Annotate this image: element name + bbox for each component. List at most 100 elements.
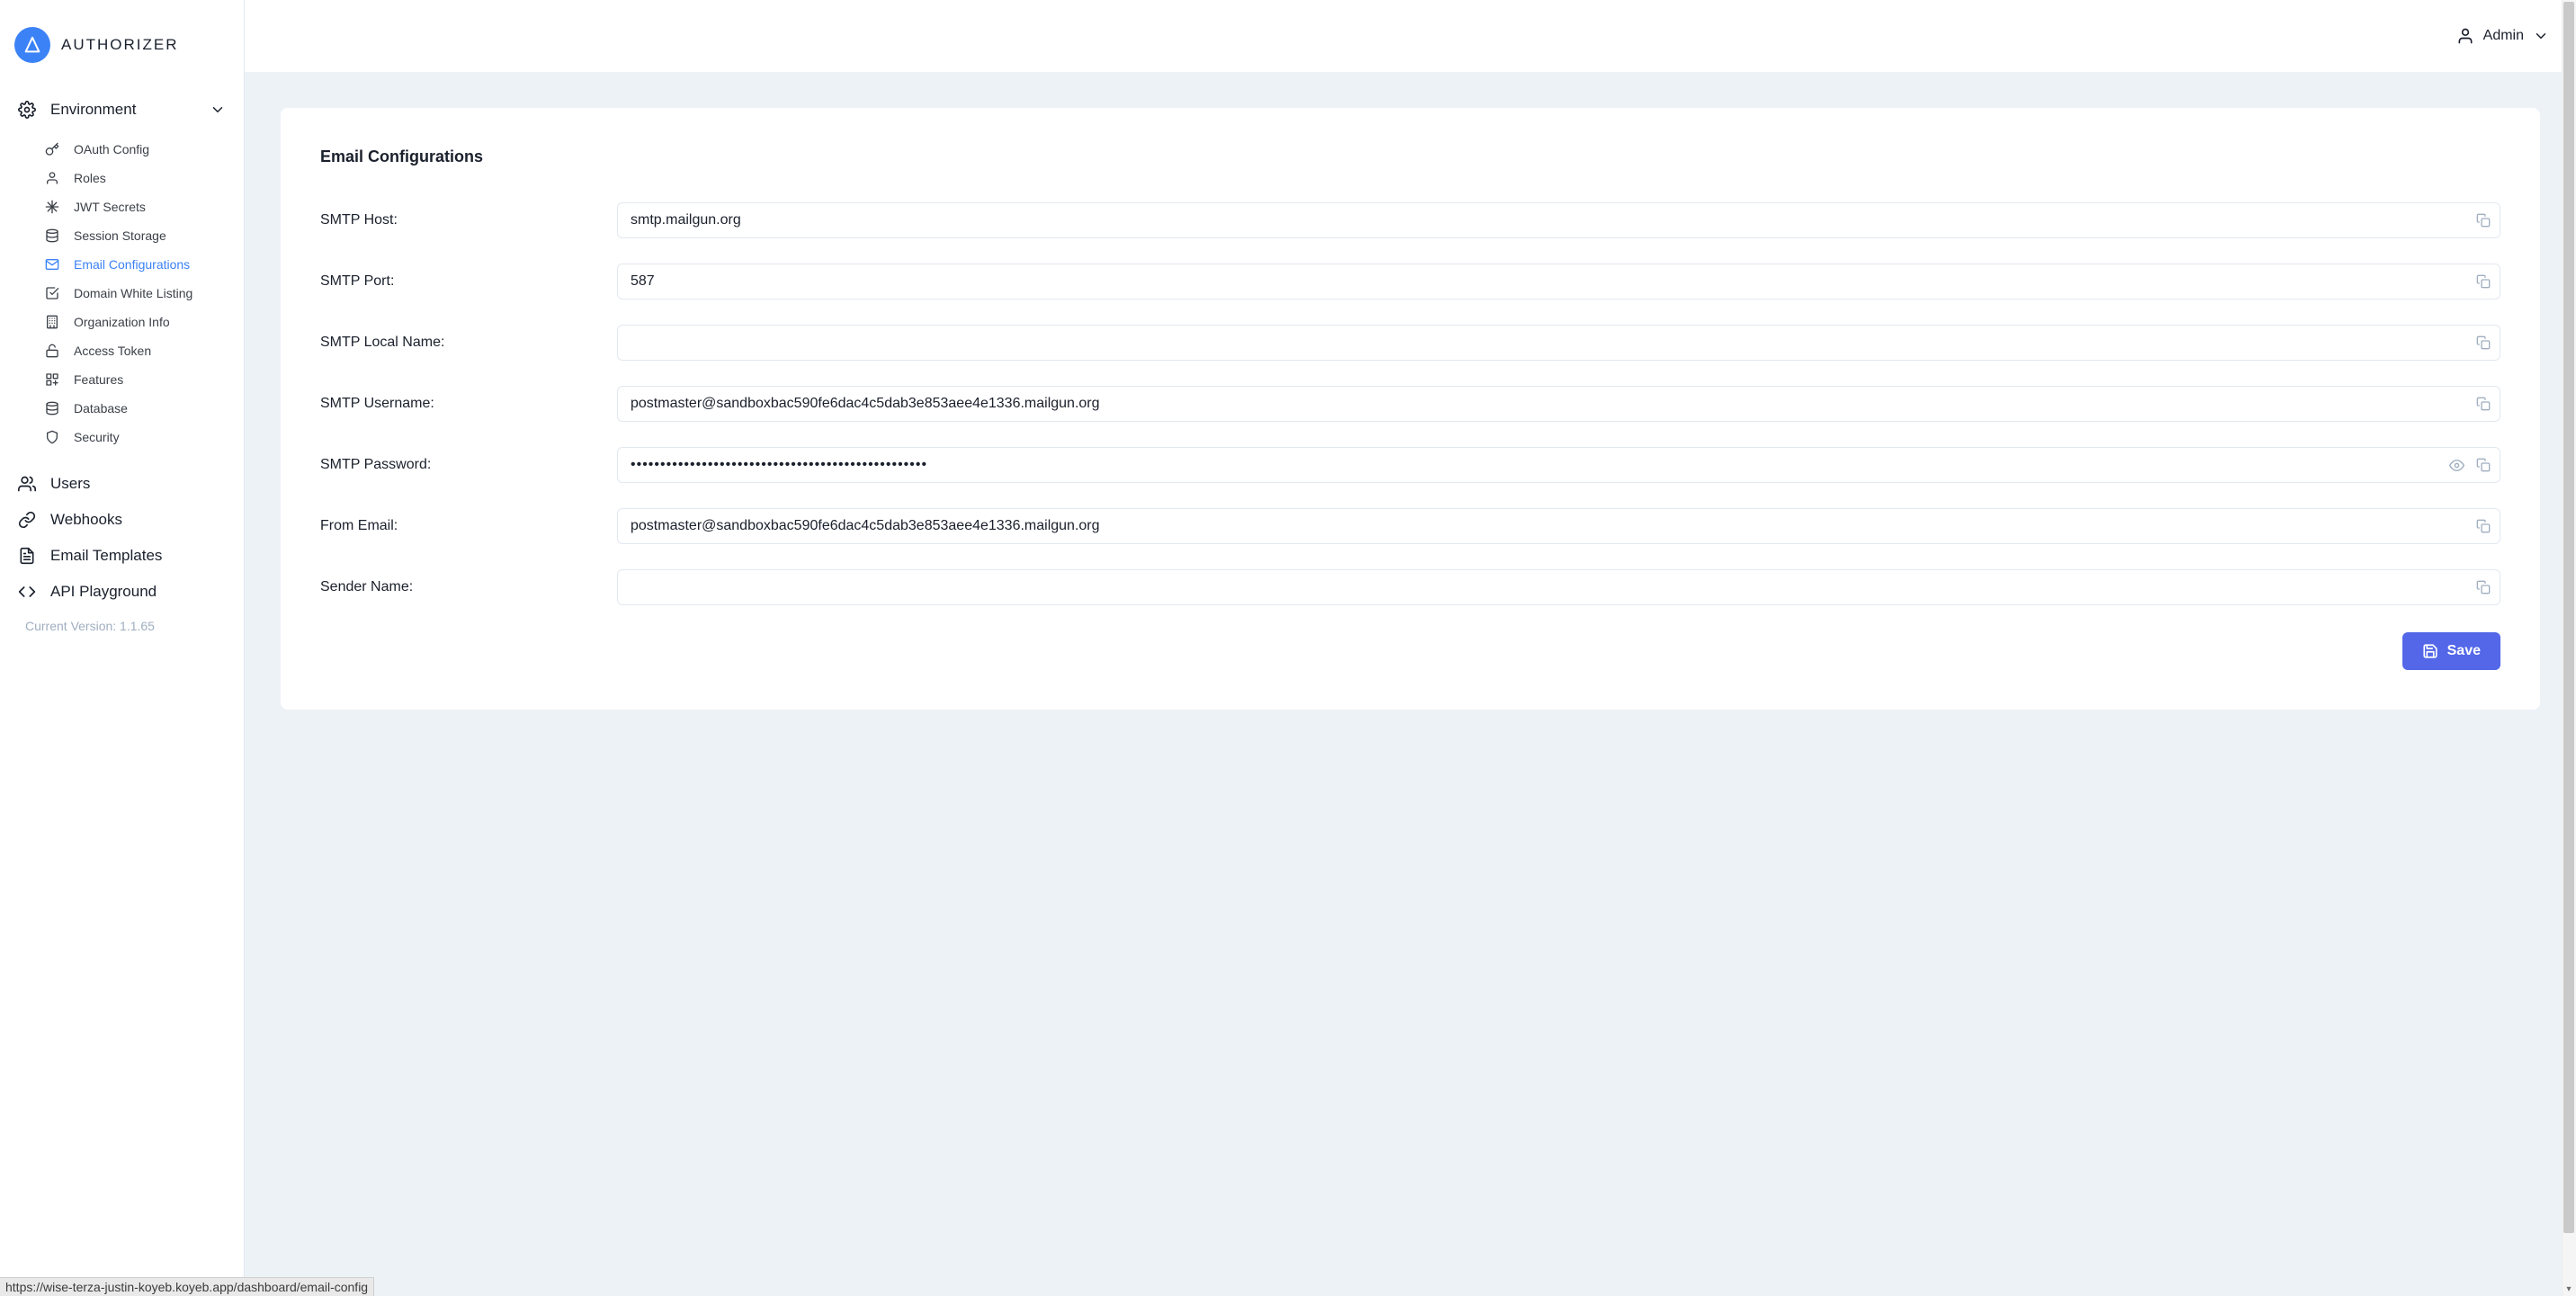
label-smtp-password: SMTP Password:: [320, 457, 617, 473]
row-smtp-port: SMTP Port:: [320, 264, 2500, 299]
scrollbar-down-arrow[interactable]: ▾: [2562, 1282, 2576, 1296]
label-smtp-host: SMTP Host:: [320, 212, 617, 228]
sidebar-item-email-configurations[interactable]: Email Configurations: [0, 250, 244, 279]
check-circle-icon: [45, 286, 59, 300]
sidebar-item-email-templates[interactable]: Email Templates: [0, 538, 244, 574]
sidebar-item-label: Users: [50, 475, 90, 493]
row-sender-name: Sender Name:: [320, 569, 2500, 605]
input-smtp-username[interactable]: [617, 386, 2500, 422]
eye-icon[interactable]: [2448, 457, 2464, 473]
users-icon: [18, 475, 36, 493]
row-smtp-host: SMTP Host:: [320, 202, 2500, 238]
copy-icon[interactable]: [2475, 518, 2491, 534]
sidebar-item-domain-white-listing[interactable]: Domain White Listing: [0, 279, 244, 308]
file-text-icon: [18, 547, 36, 565]
save-button-label: Save: [2447, 643, 2481, 659]
sidebar-item-label: Webhooks: [50, 511, 122, 529]
row-smtp-password: SMTP Password:: [320, 447, 2500, 483]
sidebar-item-api-playground[interactable]: API Playground: [0, 574, 244, 610]
label-sender-name: Sender Name:: [320, 579, 617, 595]
label-smtp-port: SMTP Port:: [320, 273, 617, 290]
input-smtp-host[interactable]: [617, 202, 2500, 238]
sidebar-item-access-token[interactable]: Access Token: [0, 336, 244, 365]
building-icon: [45, 315, 59, 329]
sidebar-item-label: Features: [74, 372, 123, 387]
sidebar-item-label: Organization Info: [74, 315, 170, 329]
sidebar-item-label: Roles: [74, 171, 106, 185]
sidebar-item-label: Database: [74, 401, 128, 416]
grid-plus-icon: [45, 372, 59, 387]
sidebar-item-security[interactable]: Security: [0, 423, 244, 451]
row-from-email: From Email:: [320, 508, 2500, 544]
sidebar-item-label: API Playground: [50, 583, 157, 601]
content-wrapper: Email Configurations SMTP Host: SMTP Por…: [245, 72, 2576, 1296]
sidebar-item-session-storage[interactable]: Session Storage: [0, 221, 244, 250]
scrollbar-thumb[interactable]: [2563, 2, 2574, 1233]
topbar: Admin: [245, 0, 2576, 72]
logo-block[interactable]: AUTHORIZER: [0, 0, 244, 81]
user-icon: [2456, 27, 2474, 45]
label-smtp-local-name: SMTP Local Name:: [320, 335, 617, 351]
app-name: AUTHORIZER: [61, 36, 179, 54]
code-icon: [18, 583, 36, 601]
page-title: Email Configurations: [320, 147, 2500, 166]
sidebar-item-label: Domain White Listing: [74, 286, 192, 300]
link-icon: [18, 511, 36, 529]
sidebar-item-roles[interactable]: Roles: [0, 164, 244, 192]
database-icon: [45, 228, 59, 243]
input-sender-name[interactable]: [617, 569, 2500, 605]
input-smtp-password[interactable]: [617, 447, 2500, 483]
label-from-email: From Email:: [320, 518, 617, 534]
user-name: Admin: [2483, 28, 2524, 44]
save-disk-icon: [2422, 643, 2438, 659]
mail-icon: [45, 257, 59, 272]
key-icon: [45, 142, 59, 156]
scrollbar[interactable]: ▾: [2562, 0, 2576, 1296]
user-menu[interactable]: Admin: [2456, 27, 2549, 45]
sidebar-item-label: JWT Secrets: [74, 200, 146, 214]
sidebar-item-features[interactable]: Features: [0, 365, 244, 394]
sidebar: AUTHORIZER Environment OAuth Config Role…: [0, 0, 245, 1296]
sidebar-item-oauth-config[interactable]: OAuth Config: [0, 135, 244, 164]
input-from-email[interactable]: [617, 508, 2500, 544]
database-icon: [45, 401, 59, 416]
logo-icon: [14, 27, 50, 63]
copy-icon[interactable]: [2475, 273, 2491, 290]
copy-icon[interactable]: [2475, 212, 2491, 228]
sidebar-item-label: Email Templates: [50, 547, 162, 565]
sidebar-item-jwt-secrets[interactable]: JWT Secrets: [0, 192, 244, 221]
copy-icon[interactable]: [2475, 579, 2491, 595]
chevron-down-icon: [2533, 28, 2549, 44]
shield-icon: [45, 430, 59, 444]
sidebar-item-label: Email Configurations: [74, 257, 190, 272]
sidebar-item-label: Session Storage: [74, 228, 166, 243]
copy-icon[interactable]: [2475, 457, 2491, 473]
input-smtp-port[interactable]: [617, 264, 2500, 299]
statusbar-url: https://wise-terza-justin-koyeb.koyeb.ap…: [0, 1277, 374, 1296]
sidebar-item-label: OAuth Config: [74, 142, 149, 156]
sidebar-item-webhooks[interactable]: Webhooks: [0, 502, 244, 538]
sidebar-section-label: Environment: [50, 101, 136, 119]
sidebar-subnav: OAuth Config Roles JWT Secrets Session S…: [0, 130, 244, 457]
copy-icon[interactable]: [2475, 335, 2491, 351]
row-smtp-username: SMTP Username:: [320, 386, 2500, 422]
unlock-icon: [45, 344, 59, 358]
user-icon: [45, 171, 59, 185]
sidebar-section-environment[interactable]: Environment: [0, 90, 244, 130]
copy-icon[interactable]: [2475, 396, 2491, 412]
label-smtp-username: SMTP Username:: [320, 396, 617, 412]
save-button[interactable]: Save: [2402, 632, 2500, 670]
sidebar-item-database[interactable]: Database: [0, 394, 244, 423]
version-label: Current Version: 1.1.65: [0, 610, 244, 637]
chevron-down-icon: [210, 102, 226, 118]
gear-icon: [18, 101, 36, 119]
sidebar-item-users[interactable]: Users: [0, 466, 244, 502]
sidebar-item-label: Security: [74, 430, 120, 444]
sidebar-item-organization-info[interactable]: Organization Info: [0, 308, 244, 336]
sidebar-item-label: Access Token: [74, 344, 151, 358]
jwt-icon: [45, 200, 59, 214]
sidebar-main-nav: Users Webhooks Email Templates API Playg…: [0, 457, 244, 610]
row-smtp-local-name: SMTP Local Name:: [320, 325, 2500, 361]
main-area: Admin Email Configurations SMTP Host:: [245, 0, 2576, 1296]
input-smtp-local-name[interactable]: [617, 325, 2500, 361]
